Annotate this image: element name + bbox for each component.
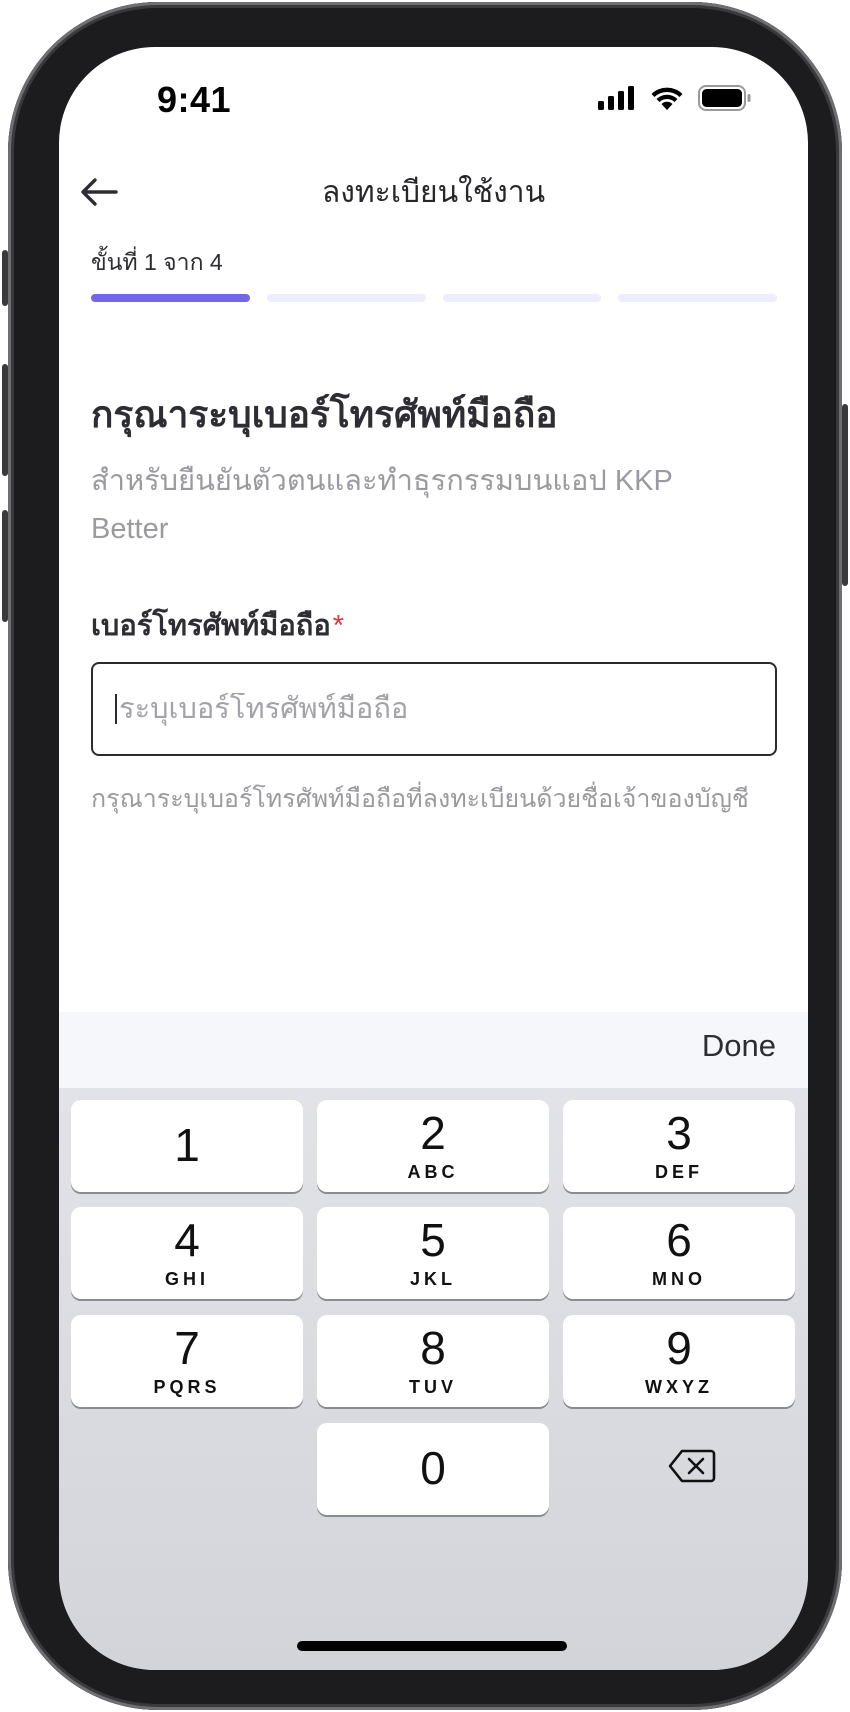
status-icons bbox=[598, 85, 752, 111]
step-segment-4 bbox=[618, 294, 777, 302]
screen: 9:41 ลงทะเบียนใช้งาน ขั้นที่ 1 จาก 4 กรุ… bbox=[59, 47, 808, 1670]
key-digit: 9 bbox=[666, 1322, 692, 1374]
numeric-keypad: 1 2 ABC 3 DEF 4 GHI 5 JKL 6 MNO 7 PQRS 8… bbox=[59, 1088, 808, 1670]
key-8[interactable]: 8 TUV bbox=[317, 1315, 549, 1407]
key-6[interactable]: 6 MNO bbox=[563, 1207, 795, 1299]
signal-icon bbox=[598, 86, 634, 110]
volume-down-button bbox=[2, 510, 8, 622]
key-digit: 6 bbox=[666, 1214, 692, 1266]
silent-switch bbox=[2, 250, 8, 306]
backspace-icon bbox=[668, 1449, 716, 1483]
key-letters: PQRS bbox=[153, 1377, 221, 1397]
text-caret bbox=[115, 694, 117, 724]
key-digit: 0 bbox=[420, 1442, 446, 1494]
wifi-icon bbox=[651, 87, 683, 110]
key-digit: 8 bbox=[420, 1322, 446, 1374]
key-letters: GHI bbox=[164, 1269, 209, 1289]
key-letters: DEF bbox=[655, 1162, 703, 1182]
step-progress-bar bbox=[91, 294, 777, 302]
required-mark: * bbox=[332, 610, 345, 642]
power-button bbox=[842, 404, 848, 586]
key-0[interactable]: 0 bbox=[317, 1423, 549, 1515]
key-2[interactable]: 2 ABC bbox=[317, 1100, 549, 1192]
phone-number-input[interactable] bbox=[119, 692, 739, 726]
page-title: ลงทะเบียนใช้งาน bbox=[321, 176, 546, 209]
done-button[interactable]: Done bbox=[702, 1028, 776, 1064]
keyboard-toolbar: Done bbox=[59, 1012, 808, 1088]
key-digit: 7 bbox=[174, 1322, 200, 1374]
step-segment-3 bbox=[442, 294, 602, 302]
key-digit: 4 bbox=[174, 1214, 200, 1266]
status-time: 9:41 bbox=[157, 79, 232, 120]
key-7[interactable]: 7 PQRS bbox=[71, 1315, 303, 1407]
key-letters: JKL bbox=[409, 1269, 456, 1289]
key-letters: WXYZ bbox=[645, 1377, 713, 1397]
key-1[interactable]: 1 bbox=[71, 1100, 303, 1192]
phone-field-label: เบอร์โทรศัพท์มือถือ* bbox=[91, 602, 344, 648]
battery-icon bbox=[698, 85, 751, 111]
phone-field-label-text: เบอร์โทรศัพท์มือถือ bbox=[91, 610, 331, 642]
page-heading: กรุณาระบุเบอร์โทรศัพท์มือถือ bbox=[91, 394, 558, 435]
volume-up-button bbox=[2, 364, 8, 476]
key-digit: 2 bbox=[420, 1107, 446, 1159]
key-3[interactable]: 3 DEF bbox=[563, 1100, 795, 1192]
key-letters: TUV bbox=[409, 1377, 457, 1397]
key-letters: MNO bbox=[652, 1269, 706, 1289]
delete-key[interactable] bbox=[662, 1444, 722, 1488]
key-digit: 1 bbox=[174, 1119, 200, 1171]
step-segment-2 bbox=[266, 294, 426, 302]
key-letters: ABC bbox=[407, 1162, 459, 1182]
helper-text: กรุณาระบุเบอร์โทรศัพท์มือถือที่ลงทะเบียน… bbox=[91, 785, 749, 813]
key-9[interactable]: 9 WXYZ bbox=[563, 1315, 795, 1407]
step-segment-1 bbox=[91, 294, 250, 302]
phone-number-field[interactable] bbox=[91, 662, 777, 756]
home-indicator[interactable] bbox=[297, 1641, 567, 1651]
key-5[interactable]: 5 JKL bbox=[317, 1207, 549, 1299]
key-4[interactable]: 4 GHI bbox=[71, 1207, 303, 1299]
page-description: สำหรับยืนยันตัวตนและทำธุรกรรมบนแอป KKP B… bbox=[91, 465, 673, 545]
phone-frame: 9:41 ลงทะเบียนใช้งาน ขั้นที่ 1 จาก 4 กรุ… bbox=[2, 2, 848, 1710]
key-digit: 3 bbox=[666, 1107, 692, 1159]
step-indicator-label: ขั้นที่ 1 จาก 4 bbox=[91, 249, 223, 275]
key-digit: 5 bbox=[420, 1214, 446, 1266]
